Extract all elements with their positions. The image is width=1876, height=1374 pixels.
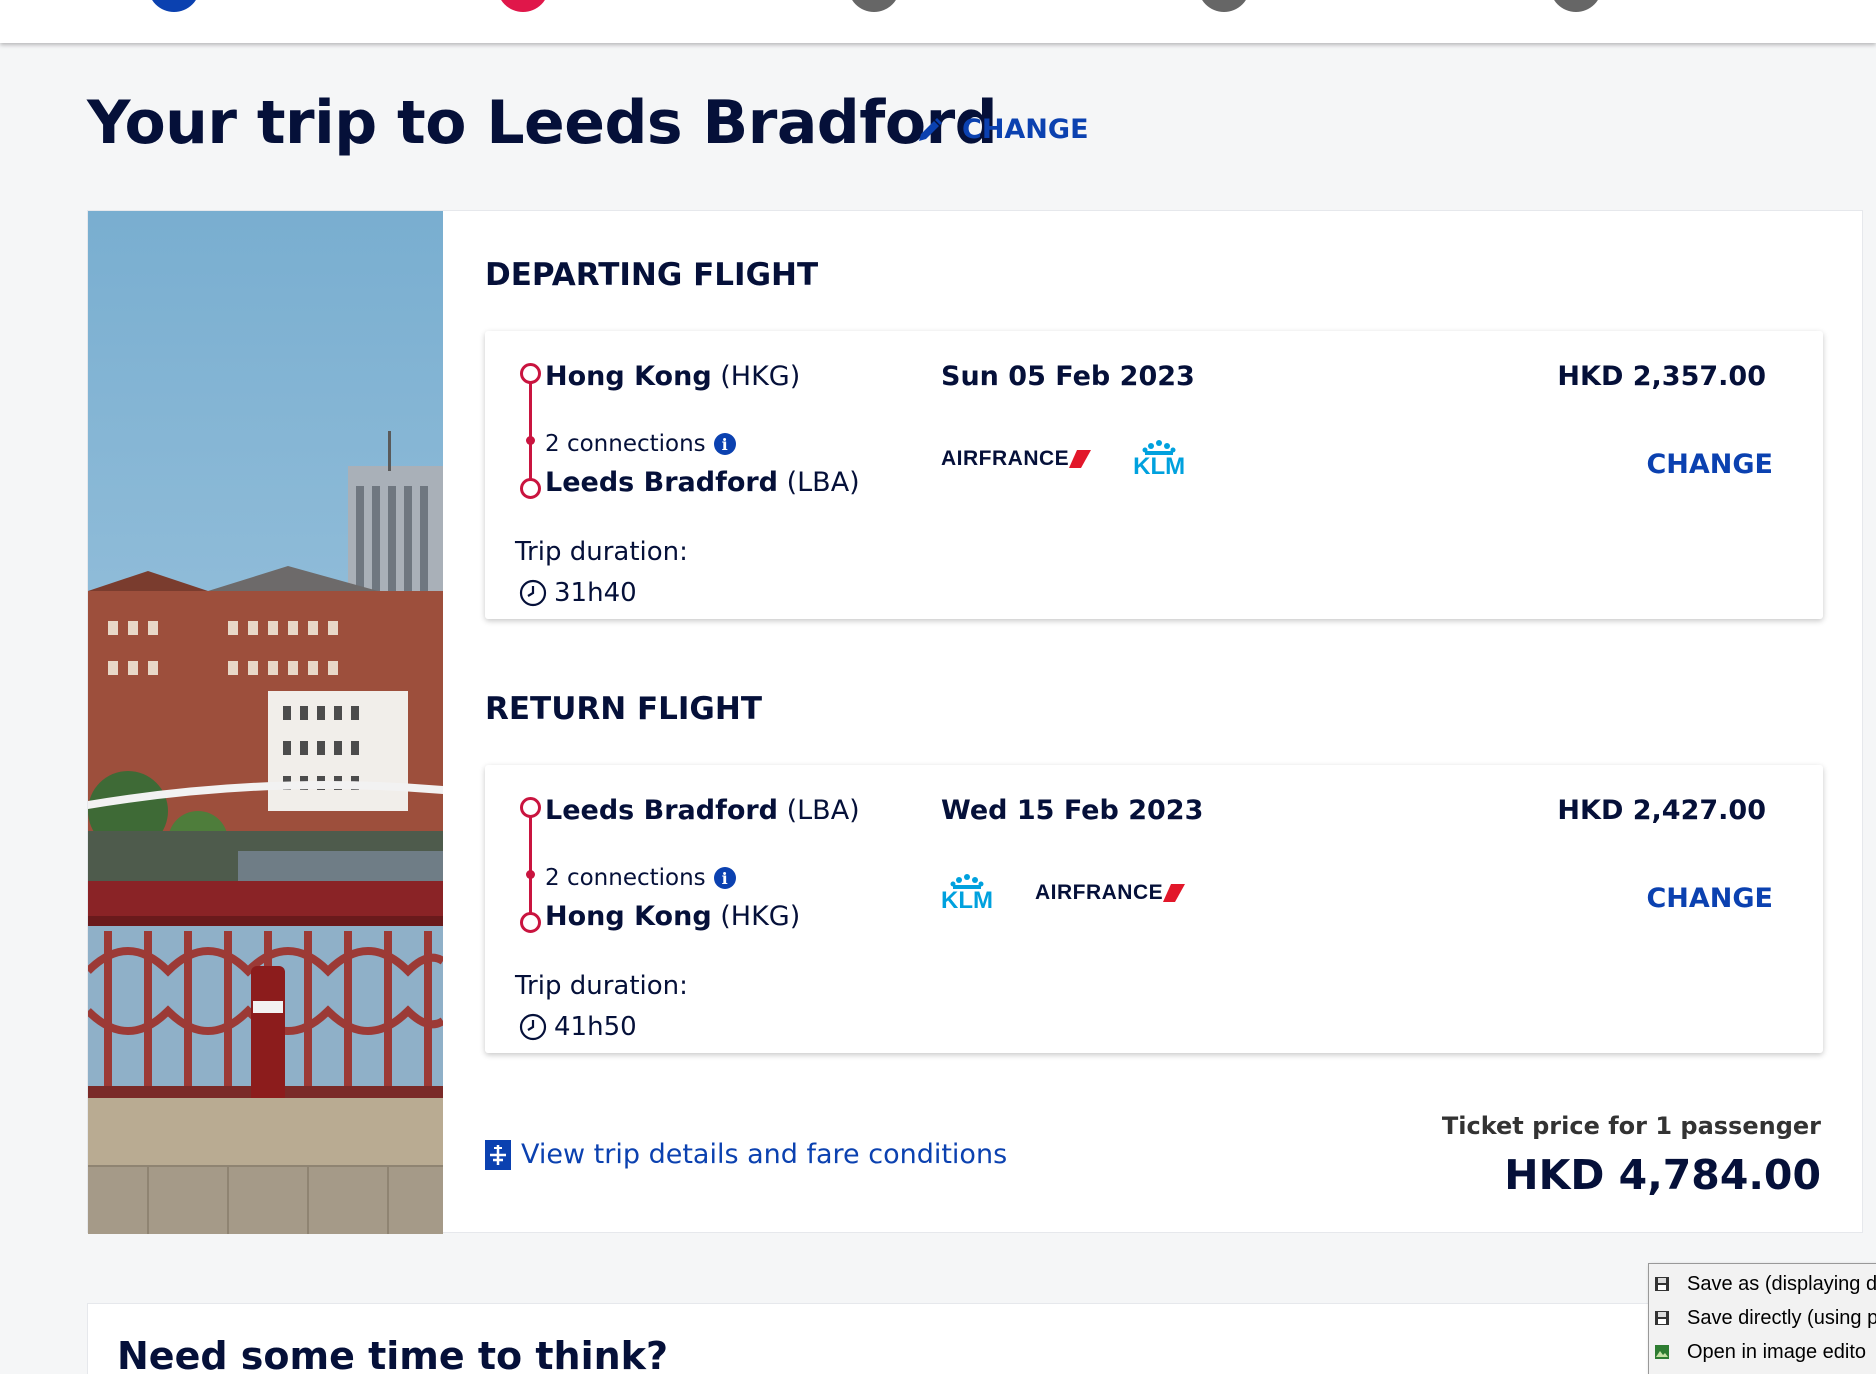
origin-city-name: Hong Kong: [545, 361, 712, 392]
airfrance-stripe-icon: [1163, 884, 1186, 902]
departing-flight-heading: DEPARTING FLIGHT: [485, 257, 819, 293]
return-price: HKD 2,427.00: [1557, 795, 1766, 826]
step-1-icon[interactable]: [148, 0, 200, 12]
airfrance-stripe-icon: [1069, 450, 1092, 468]
return-destination: Hong Kong (HKG): [545, 901, 800, 932]
floppy-disk-icon: [1655, 1311, 1669, 1325]
connections-label: 2 connections: [545, 865, 706, 891]
change-destination-button[interactable]: CHANGE: [916, 114, 1089, 145]
return-origin: Leeds Bradford (LBA): [545, 795, 860, 826]
context-menu-item-label: Save directly (using p: [1687, 1306, 1876, 1329]
context-menu: Save as (displaying d Save directly (usi…: [1648, 1263, 1876, 1374]
connection-marker-icon: [526, 870, 535, 879]
step-2-icon[interactable]: [497, 0, 549, 12]
airfrance-logo: AIRFRANCE: [1034, 881, 1186, 905]
floppy-disk-icon: [1655, 1277, 1669, 1291]
clock-icon: [519, 579, 547, 607]
origin-airport-code: (LBA): [786, 795, 860, 826]
return-flight-box: Leeds Bradford (LBA) 2 connections i Hon…: [485, 765, 1823, 1053]
trip-duration-value: 41h50: [554, 1012, 637, 1042]
departing-price: HKD 2,357.00: [1557, 361, 1766, 392]
step-5-icon[interactable]: [1550, 0, 1602, 12]
airline-name: KLM: [941, 887, 993, 914]
origin-marker-icon: [520, 363, 541, 384]
airline-name: KLM: [1133, 453, 1186, 480]
destination-airport-code: (LBA): [786, 467, 860, 498]
destination-city-name: Leeds Bradford: [545, 467, 779, 498]
return-route: Leeds Bradford (LBA) 2 connections i Hon…: [515, 795, 935, 1045]
context-menu-item-open-editor[interactable]: Open in image edito: [1649, 1335, 1876, 1369]
ticket-total-price: HKD 4,784.00: [1504, 1151, 1821, 1199]
departing-route: Hong Kong (HKG) 2 connections i Leeds Br…: [515, 361, 935, 611]
pencil-icon: [919, 117, 942, 141]
destination-city-name: Hong Kong: [545, 901, 712, 932]
klm-logo: KLM: [1133, 440, 1186, 480]
page-title: Your trip to Leeds Bradford: [87, 88, 998, 158]
departing-connections: 2 connections i: [545, 431, 736, 457]
destination-photo: [88, 211, 443, 1234]
departing-airlines: AIRFRANCE KLM: [941, 439, 1185, 479]
departing-date: Sun 05 Feb 2023: [941, 361, 1195, 392]
think-title: Need some time to think?: [117, 1334, 668, 1374]
info-icon[interactable]: i: [713, 433, 736, 455]
origin-city-name: Leeds Bradford: [545, 795, 779, 826]
departing-origin: Hong Kong (HKG): [545, 361, 800, 392]
change-departing-button[interactable]: CHANGE: [1646, 449, 1773, 480]
trip-summary-card: DEPARTING FLIGHT Hong Kong (HKG) 2 conne…: [87, 210, 1863, 1234]
think-card: Need some time to think?: [87, 1303, 1863, 1374]
destination-airport-code: (HKG): [720, 901, 801, 932]
change-return-button[interactable]: CHANGE: [1646, 883, 1773, 914]
airfrance-logo: AIRFRANCE: [941, 447, 1092, 471]
connection-marker-icon: [526, 436, 535, 445]
return-airlines: KLM AIRFRANCE: [941, 873, 1186, 914]
trip-duration-label: Trip duration:: [515, 537, 688, 567]
plane-document-icon: [485, 1139, 511, 1170]
step-3-icon[interactable]: [848, 0, 900, 12]
context-menu-item-label: Save as (displaying d: [1687, 1272, 1876, 1295]
connections-label: 2 connections: [545, 431, 706, 457]
clock-icon: [519, 1013, 547, 1041]
origin-airport-code: (HKG): [720, 361, 801, 392]
image-editor-icon: [1655, 1345, 1669, 1359]
change-label: CHANGE: [962, 114, 1089, 145]
info-icon[interactable]: i: [713, 867, 736, 889]
departing-destination: Leeds Bradford (LBA): [545, 467, 860, 498]
trip-duration: 41h50: [518, 1012, 637, 1042]
departing-flight-box: Hong Kong (HKG) 2 connections i Leeds Br…: [485, 331, 1823, 619]
destination-marker-icon: [520, 912, 541, 933]
destination-marker-icon: [520, 478, 541, 499]
context-menu-item-save-directly[interactable]: Save directly (using p: [1649, 1301, 1876, 1335]
details-link-label: View trip details and fare conditions: [521, 1139, 1008, 1170]
return-connections: 2 connections i: [545, 865, 736, 891]
booking-steps-bar: [0, 0, 1876, 43]
return-flight-heading: RETURN FLIGHT: [485, 691, 762, 727]
context-menu-item-save-as[interactable]: Save as (displaying d: [1649, 1267, 1876, 1301]
klm-logo: KLM: [941, 874, 993, 914]
trip-duration-value: 31h40: [554, 578, 637, 608]
airline-name: AIRFRANCE: [941, 447, 1070, 470]
trip-duration: 31h40: [518, 578, 637, 608]
context-menu-item-label: Open in image edito: [1687, 1340, 1867, 1363]
view-trip-details-link[interactable]: View trip details and fare conditions: [485, 1139, 1007, 1170]
trip-duration-label: Trip duration:: [515, 971, 688, 1001]
ticket-price-label: Ticket price for 1 passenger: [1441, 1112, 1821, 1140]
return-date: Wed 15 Feb 2023: [941, 795, 1204, 826]
origin-marker-icon: [520, 797, 541, 818]
step-4-icon[interactable]: [1198, 0, 1250, 12]
airline-name: AIRFRANCE: [1034, 881, 1164, 904]
